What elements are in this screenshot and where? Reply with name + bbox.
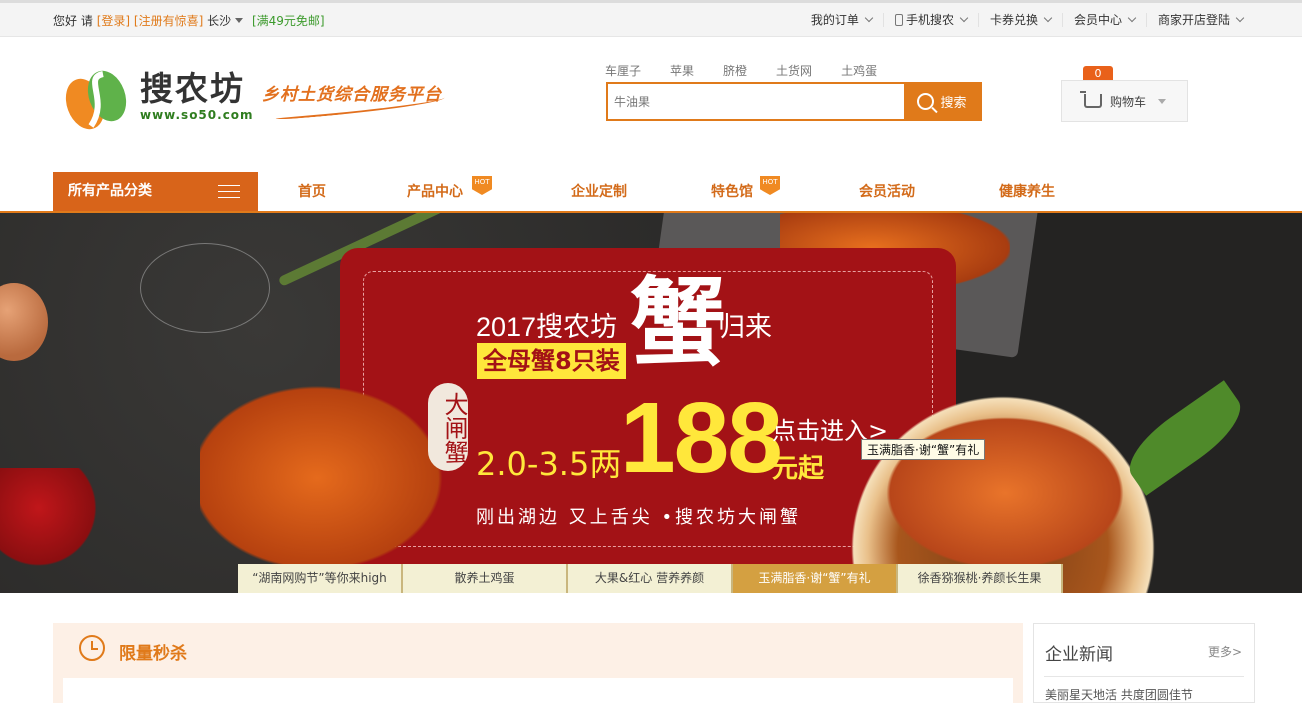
banner-weight: 2.0-3.5两 xyxy=(476,445,622,483)
hot-word[interactable]: 土鸡蛋 xyxy=(841,62,877,79)
chevron-down-icon xyxy=(864,13,874,23)
search-input[interactable] xyxy=(608,84,904,119)
mobile-label: 手机搜农 xyxy=(905,13,954,27)
cart-button[interactable]: 购物车 xyxy=(1061,80,1188,122)
main-nav: 所有产品分类 首页 产品中心 HOT 企业定制 特色馆 HOT 会员活动 健康养… xyxy=(0,172,1302,213)
banner-title-big: 蟹 xyxy=(630,266,726,379)
banner-tab[interactable]: 大果&红心 营养养颜 xyxy=(568,564,733,593)
search-icon xyxy=(917,93,935,110)
merchant-login-link[interactable]: 商家开店登陆 xyxy=(1145,13,1254,27)
news-more-link[interactable]: 更多> xyxy=(1208,643,1242,660)
my-orders-link[interactable]: 我的订单 xyxy=(800,13,883,27)
my-orders-label: 我的订单 xyxy=(810,13,859,27)
top-bar-left: 您好 请 [登录] [注册有惊喜] 长沙 [满49元免邮] xyxy=(53,12,325,29)
banner-tag: 全母蟹8只装 xyxy=(477,343,626,379)
nav-products[interactable]: 产品中心 xyxy=(407,172,463,211)
crab-image xyxy=(880,413,1130,573)
tooltip: 玉满脂香·谢“蟹”有礼 xyxy=(861,439,986,460)
hot-word[interactable]: 苹果 xyxy=(670,62,694,79)
hero-banner[interactable]: 2017搜农坊 蟹 归来 全母蟹8只装 大闸蟹 2.0-3.5两 188 点击进… xyxy=(0,213,1302,593)
banner-tab-active[interactable]: 玉满脂香·谢“蟹”有礼 xyxy=(733,564,898,593)
caret-down-icon xyxy=(1158,98,1167,104)
search-button[interactable]: 搜索 xyxy=(904,84,980,119)
brand-name: 搜农坊 xyxy=(140,69,245,108)
please-text: 请 xyxy=(80,14,93,28)
cart-label: 购物车 xyxy=(1110,94,1147,109)
news-item[interactable]: 美丽星天地活 共度团圆佳节 xyxy=(1045,686,1193,703)
brand[interactable]: 搜农坊 www.so50.com xyxy=(140,69,254,123)
register-link[interactable]: [注册有惊喜] xyxy=(134,14,203,28)
all-categories-button[interactable]: 所有产品分类 xyxy=(53,172,258,211)
banner-tab[interactable]: 徐香猕猴桃·养颜长生果 xyxy=(898,564,1063,593)
chevron-down-icon xyxy=(959,13,969,23)
hot-badge: HOT xyxy=(472,176,492,195)
pepper-image xyxy=(0,468,110,568)
flash-sale-title: 限量秒杀 xyxy=(119,644,187,664)
flash-sale-content xyxy=(63,678,1013,708)
alarm-clock-icon xyxy=(79,635,105,661)
hot-word[interactable]: 车厘子 xyxy=(605,62,641,79)
nav-enterprise[interactable]: 企业定制 xyxy=(571,172,627,211)
search-bar: 搜索 xyxy=(606,82,982,121)
cart-icon xyxy=(1080,91,1102,108)
menu-icon xyxy=(218,185,240,198)
crab-image xyxy=(200,373,460,583)
member-center-link[interactable]: 会员中心 xyxy=(1061,13,1146,27)
nav-specialty[interactable]: 特色馆 xyxy=(711,172,753,211)
nav-home[interactable]: 首页 xyxy=(298,172,326,211)
nav-health[interactable]: 健康养生 xyxy=(999,172,1055,211)
city-label: 长沙 xyxy=(207,14,232,28)
brand-url: www.so50.com xyxy=(140,108,254,122)
hot-word[interactable]: 脐橙 xyxy=(723,62,747,79)
free-shipping-promo[interactable]: [满49元免邮] xyxy=(252,14,325,28)
mobile-link[interactable]: 手机搜农 xyxy=(882,13,978,27)
company-news-section: 企业新闻 更多> 美丽星天地活 共度团圆佳节 xyxy=(1033,623,1255,703)
banner-tabs: “湖南网购节”等你来high 散养土鸡蛋 大果&红心 营养养颜 玉满脂香·谢“蟹… xyxy=(238,564,1063,593)
news-title: 企业新闻 xyxy=(1045,645,1113,665)
coupon-link[interactable]: 卡券兑换 xyxy=(977,13,1062,27)
chevron-down-icon xyxy=(1043,13,1053,23)
banner-subtitle: 刚出湖边 又上舌尖 •搜农坊大闸蟹 xyxy=(476,507,802,528)
divider xyxy=(1044,676,1244,677)
city-selector[interactable]: 长沙 xyxy=(207,14,248,28)
hot-badge: HOT xyxy=(760,176,780,195)
coupon-label: 卡券兑换 xyxy=(989,13,1038,27)
banner-tab[interactable]: 散养土鸡蛋 xyxy=(403,564,568,593)
crab-sketch-image xyxy=(140,243,270,333)
top-bar-links: 我的订单 手机搜农 卡券兑换 会员中心 商家开店登陆 xyxy=(800,3,1254,37)
top-bar: 您好 请 [登录] [注册有惊喜] 长沙 [满49元免邮] 我的订单 手机搜农 … xyxy=(0,0,1302,37)
hot-word[interactable]: 土货网 xyxy=(776,62,812,79)
banner-tab[interactable]: “湖南网购节”等你来high xyxy=(238,564,403,593)
flash-sale-section: 限量秒杀 xyxy=(53,623,1023,708)
banner-title-right: 归来 xyxy=(718,312,772,343)
chevron-down-icon xyxy=(1127,13,1137,23)
greeting-text: 您好 xyxy=(53,14,78,28)
banner-price: 188 xyxy=(620,382,783,494)
hot-search-words: 车厘子 苹果 脐橙 土货网 土鸡蛋 xyxy=(605,62,906,79)
nav-member-events[interactable]: 会员活动 xyxy=(859,172,915,211)
login-link[interactable]: [登录] xyxy=(97,14,130,28)
caret-down-icon xyxy=(235,18,244,23)
banner-price-unit: 元起 xyxy=(772,454,825,484)
chevron-down-icon xyxy=(1235,13,1245,23)
phone-icon xyxy=(894,14,903,26)
member-center-label: 会员中心 xyxy=(1073,13,1122,27)
all-categories-label: 所有产品分类 xyxy=(68,183,152,199)
banner-seal: 大闸蟹 xyxy=(428,383,468,471)
banner-title-left: 2017搜农坊 xyxy=(476,312,618,342)
search-button-label: 搜索 xyxy=(940,96,967,111)
logo-icon[interactable] xyxy=(63,66,131,134)
merchant-login-label: 商家开店登陆 xyxy=(1157,13,1230,27)
